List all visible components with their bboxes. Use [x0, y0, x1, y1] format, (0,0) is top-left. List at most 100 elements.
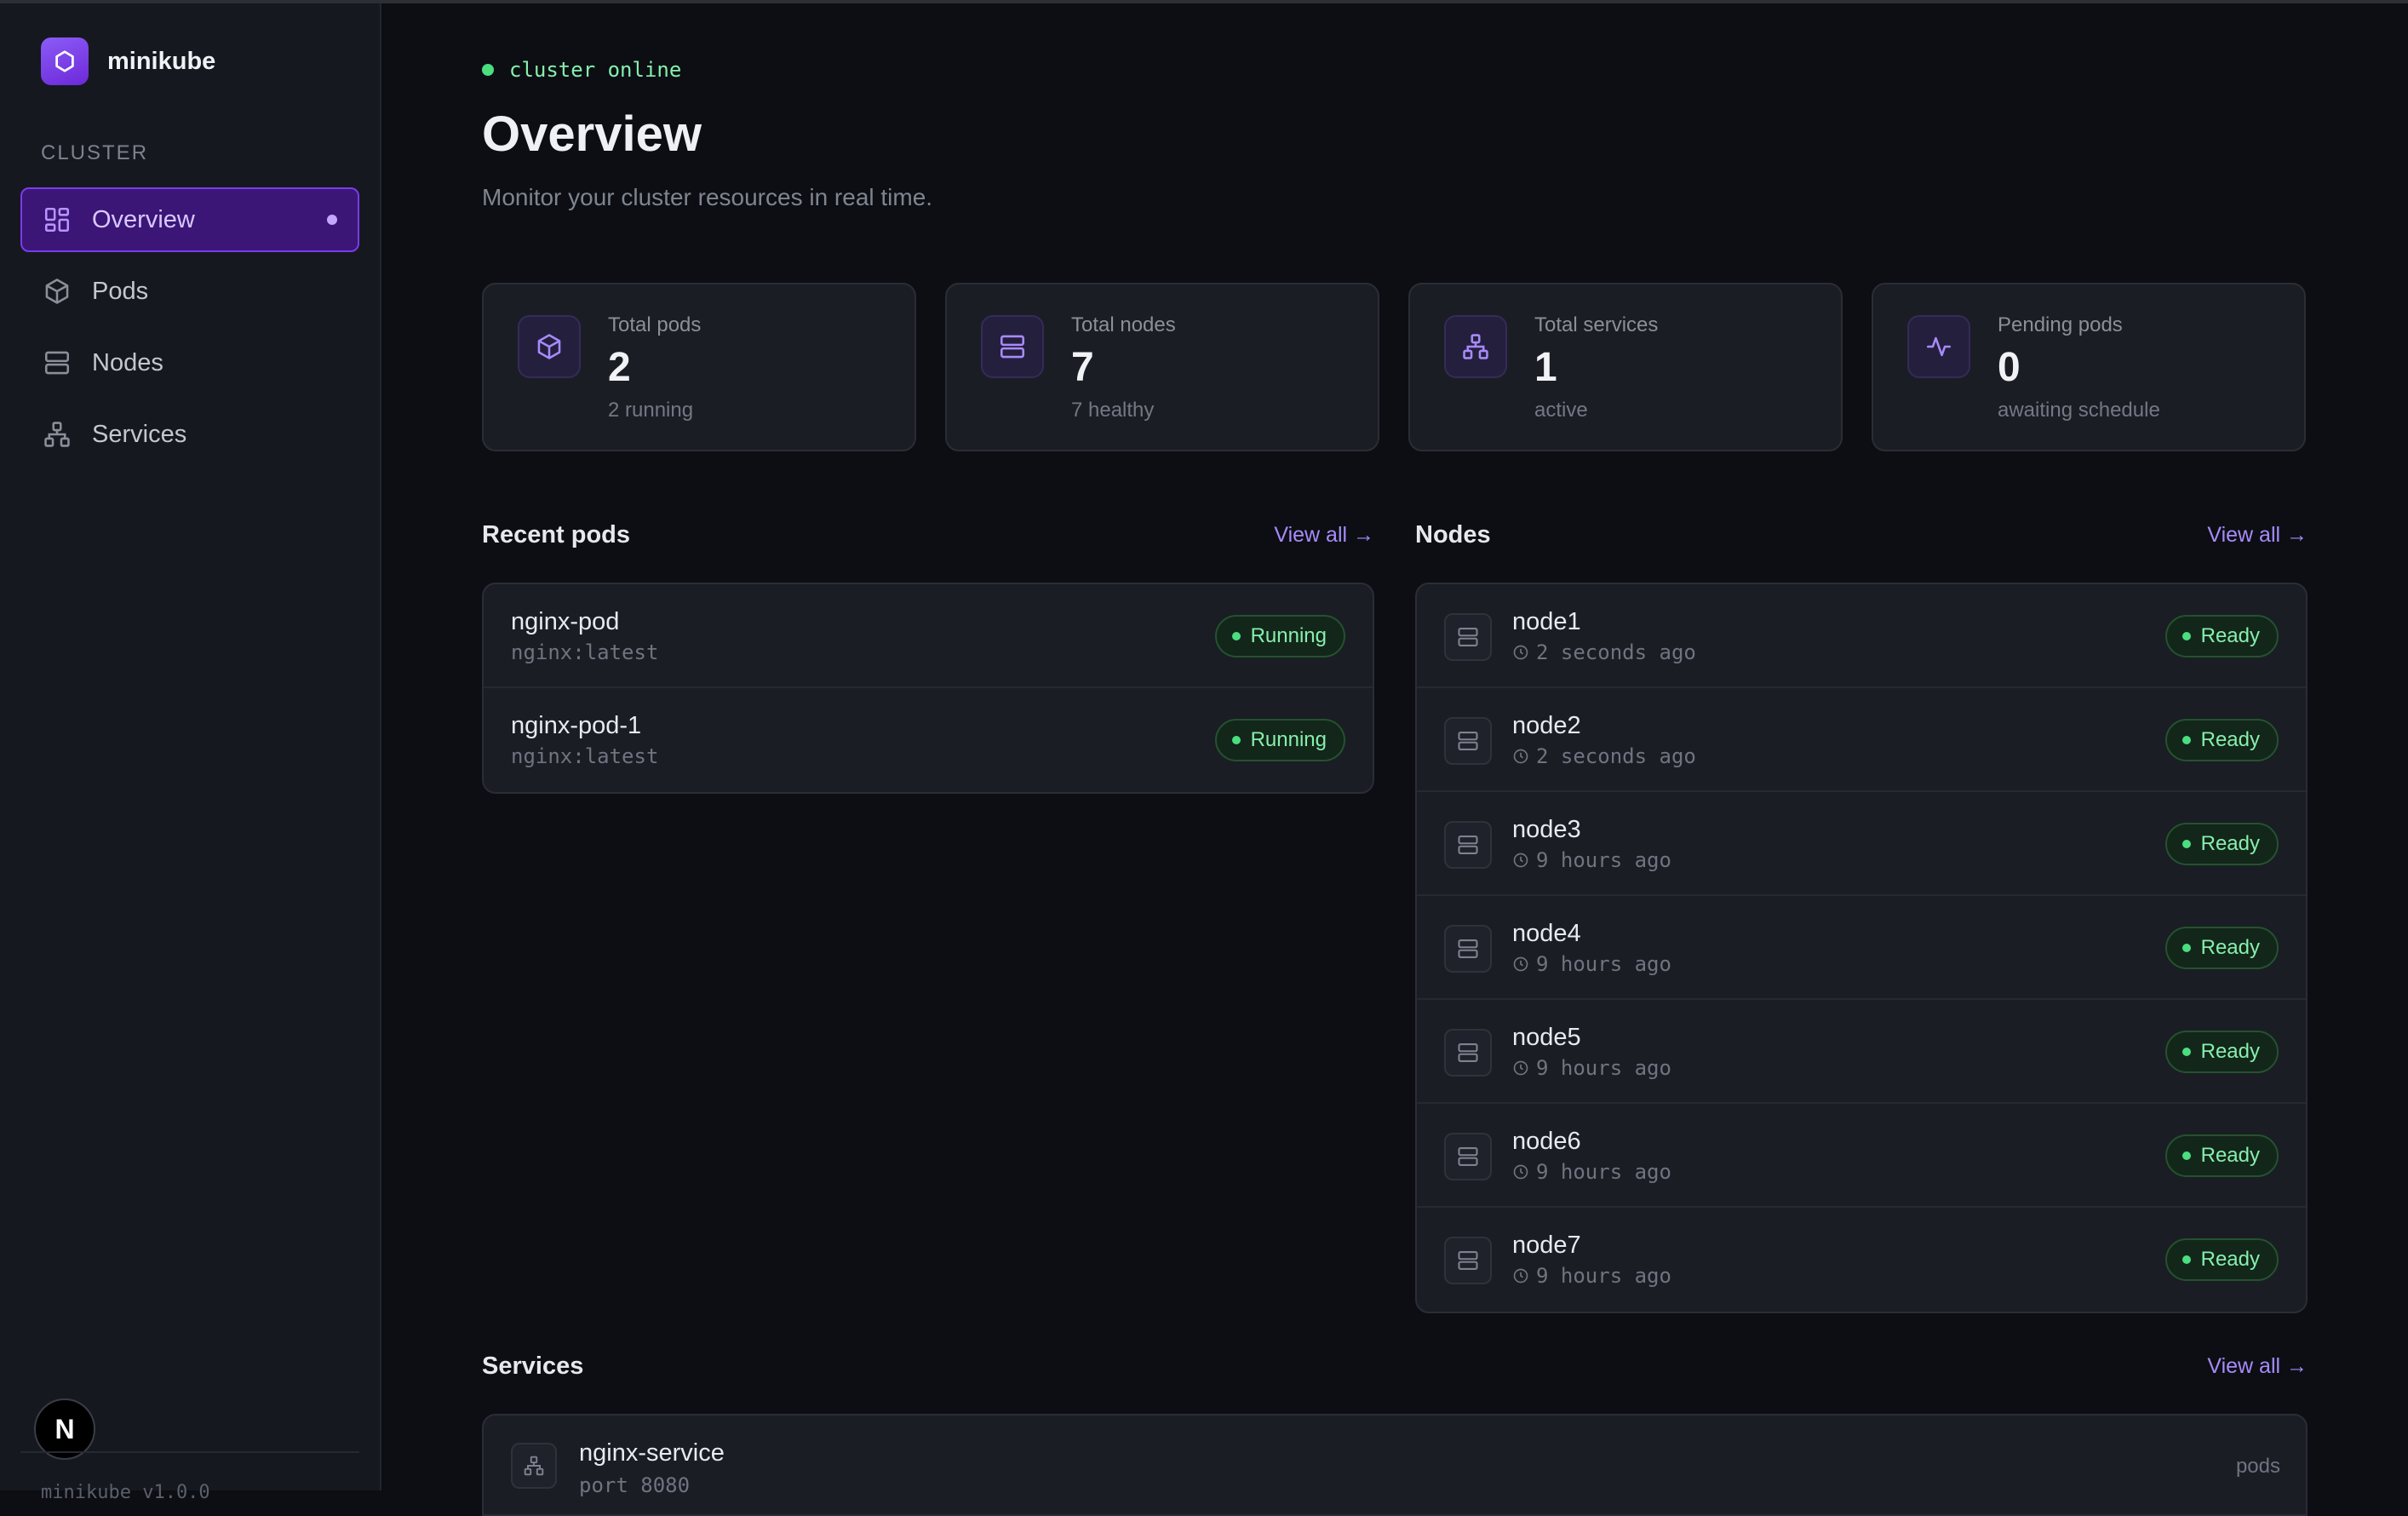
hexagon-logo-icon [41, 37, 89, 85]
server-icon [1444, 1029, 1492, 1077]
recent-pods-header: Recent pods View all → [482, 521, 1374, 549]
nodes-list: node1 2 seconds ago Ready node2 2 seconds ag… [1415, 583, 2308, 1313]
status-dot [2182, 1151, 2191, 1160]
node-row[interactable]: node2 2 seconds ago Ready [1417, 688, 2306, 792]
clock-icon [1512, 1267, 1529, 1284]
status-badge: Ready [2164, 1238, 2279, 1281]
node-name: node1 [1512, 608, 1581, 635]
stat-card-pending-pods: Pending pods 0 awaiting schedule [1872, 283, 2306, 451]
status-badge: Ready [2164, 615, 2279, 658]
node-age: 9 hours ago [1512, 1056, 1671, 1080]
node-age-text: 9 hours ago [1536, 952, 1671, 976]
stat-label: Total services [1534, 313, 1659, 336]
recent-pods-list: nginx-pod nginx:latest Running nginx-pod… [482, 583, 1374, 794]
stat-value: 7 [1071, 345, 1094, 390]
pod-image: nginx:latest [511, 744, 659, 768]
status-badge: Running [1214, 719, 1345, 761]
node-name: node7 [1512, 1232, 1581, 1259]
server-icon [1444, 821, 1492, 869]
sidebar-item-overview[interactable]: Overview [20, 187, 359, 252]
recent-pods-title: Recent pods [482, 521, 631, 548]
stat-subtext: awaiting schedule [1998, 399, 2160, 422]
node-age-text: 9 hours ago [1536, 848, 1671, 872]
status-label: Ready [2200, 1248, 2260, 1271]
stat-value: 1 [1534, 345, 1557, 390]
cluster-status: cluster online [482, 58, 681, 82]
server-icon [1444, 925, 1492, 973]
clock-icon [1512, 852, 1529, 869]
sidebar-item-services[interactable]: Services [20, 402, 359, 467]
active-indicator-dot [327, 215, 337, 225]
nodes-view-all-link[interactable]: View all → [2207, 523, 2308, 548]
sidebar-item-label: Overview [92, 205, 195, 233]
node-age-text: 2 seconds ago [1536, 640, 1696, 664]
cube-icon [43, 277, 72, 306]
stat-label: Total pods [608, 313, 702, 336]
pod-name: nginx-pod-1 [511, 712, 642, 739]
node-age: 2 seconds ago [1512, 640, 1696, 664]
status-label: Running [1250, 624, 1327, 647]
node-name: node5 [1512, 1024, 1581, 1051]
node-name: node3 [1512, 816, 1581, 843]
service-port: port 8080 [579, 1473, 691, 1497]
sidebar-item-label: Nodes [92, 348, 163, 376]
sidebar-divider [20, 1451, 359, 1453]
status-dot [2182, 736, 2191, 744]
node-name: node6 [1512, 1128, 1581, 1155]
nodes-header: Nodes View all → [1415, 521, 2308, 549]
node-row[interactable]: node1 2 seconds ago Ready [1417, 584, 2306, 688]
cluster-status-text: cluster online [509, 58, 682, 82]
network-icon [1444, 315, 1507, 378]
sidebar-item-pods[interactable]: Pods [20, 259, 359, 324]
node-row[interactable]: node3 9 hours ago Ready [1417, 792, 2306, 896]
server-icon [1444, 717, 1492, 765]
node-age-text: 9 hours ago [1536, 1056, 1671, 1080]
network-icon [43, 420, 72, 449]
node-age: 9 hours ago [1512, 848, 1671, 872]
service-name: nginx-service [579, 1439, 725, 1467]
status-label: Ready [2200, 1144, 2260, 1167]
status-dot [2182, 840, 2191, 848]
sidebar-nav: Overview Pods Nodes Services [20, 187, 359, 474]
brand[interactable]: minikube [41, 37, 215, 85]
node-row[interactable]: node4 9 hours ago Ready [1417, 896, 2306, 1000]
clock-icon [1512, 1163, 1529, 1180]
status-dot [1231, 736, 1241, 744]
page-subtitle: Monitor your cluster resources in real t… [482, 184, 933, 210]
node-row[interactable]: node6 9 hours ago Ready [1417, 1104, 2306, 1208]
pod-row[interactable]: nginx-pod nginx:latest Running [484, 584, 1373, 688]
node-row[interactable]: node7 9 hours ago Ready [1417, 1208, 2306, 1312]
network-icon [511, 1443, 557, 1489]
status-badge: Ready [2164, 927, 2279, 969]
node-row[interactable]: node5 9 hours ago Ready [1417, 1000, 2306, 1104]
status-label: Running [1250, 728, 1327, 751]
stat-label: Total nodes [1071, 313, 1176, 336]
status-badge: Running [1214, 615, 1345, 658]
node-age-text: 2 seconds ago [1536, 744, 1696, 768]
status-label: Ready [2200, 624, 2260, 647]
sidebar-item-nodes[interactable]: Nodes [20, 330, 359, 395]
status-dot [2182, 1048, 2191, 1056]
node-age: 9 hours ago [1512, 1264, 1671, 1288]
service-row[interactable]: nginx-service port 8080 pods [484, 1416, 2306, 1514]
stat-card-total-nodes: Total nodes 7 7 healthy [945, 283, 1379, 451]
services-header: Services View all → [482, 1352, 2308, 1381]
node-age-text: 9 hours ago [1536, 1160, 1671, 1184]
pod-row[interactable]: nginx-pod-1 nginx:latest Running [484, 688, 1373, 792]
clock-icon [1512, 748, 1529, 765]
recent-pods-view-all-link[interactable]: View all → [1274, 523, 1374, 548]
status-dot [482, 64, 494, 76]
status-dot [2182, 632, 2191, 640]
stat-card-total-services: Total services 1 active [1408, 283, 1843, 451]
status-dot [1231, 632, 1241, 640]
stat-value: 2 [608, 345, 631, 390]
status-dot [2182, 1255, 2191, 1264]
status-badge: Ready [2164, 719, 2279, 761]
node-age: 2 seconds ago [1512, 744, 1696, 768]
status-dot [2182, 944, 2191, 952]
stat-subtext: 7 healthy [1071, 399, 1155, 422]
server-icon [43, 348, 72, 377]
node-age-text: 9 hours ago [1536, 1264, 1671, 1288]
services-view-all-link[interactable]: View all → [2207, 1354, 2308, 1379]
stat-subtext: 2 running [608, 399, 694, 422]
